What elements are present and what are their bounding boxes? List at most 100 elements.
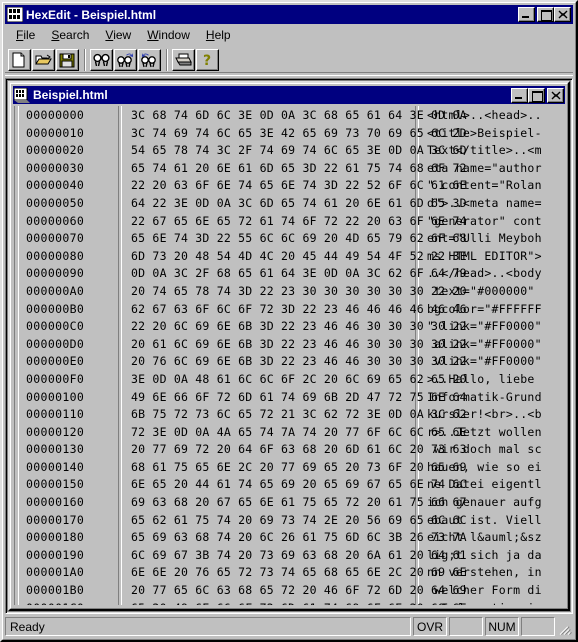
hex-ascii-cell[interactable]: r>..Jetzt wollen bbox=[427, 424, 564, 442]
hex-bytes-cell[interactable]: 20 74 65 78 74 3D 22 23 30 30 30 30 30 3… bbox=[131, 283, 467, 301]
hex-ascii-cell[interactable]: lig;t sich ja da bbox=[427, 547, 564, 565]
hex-ascii-cell[interactable]: text="#000000" bbox=[427, 283, 564, 301]
close-button[interactable] bbox=[554, 7, 571, 22]
hex-bytes-cell[interactable]: 65 20 49 6E 66 6F 72 6D 61 74 69 6F 6E 2… bbox=[131, 600, 467, 605]
hex-bytes-cell[interactable]: 0D 0A 3C 2F 68 65 61 64 3E 0D 0A 3C 62 6… bbox=[131, 265, 467, 283]
hex-bytes-cell[interactable]: 62 67 63 6F 6C 6F 72 3D 22 23 46 46 46 4… bbox=[131, 301, 467, 319]
hex-ascii-cell[interactable]: "generator" cont bbox=[427, 213, 564, 231]
hex-bytes-cell[interactable]: 20 77 65 6C 63 68 65 72 20 46 6F 72 6D 2… bbox=[131, 582, 467, 600]
document-close-button[interactable] bbox=[547, 87, 564, 103]
document-window-icon[interactable] bbox=[13, 87, 30, 103]
save-file-button[interactable] bbox=[56, 49, 79, 71]
hex-bytes-cell[interactable]: 65 74 61 20 6E 61 6D 65 3D 22 61 75 74 6… bbox=[131, 160, 467, 178]
find-previous-button[interactable] bbox=[138, 49, 161, 71]
hex-bytes-cell[interactable]: 72 3E 0D 0A 4A 65 74 7A 74 20 77 6F 6C 6… bbox=[131, 424, 467, 442]
hex-bytes-cell[interactable]: 3C 68 74 6D 6C 3E 0D 0A 3C 68 65 61 64 3… bbox=[131, 107, 467, 125]
hex-bytes-cell[interactable]: 68 61 75 65 6E 2C 20 77 69 65 20 73 6F 2… bbox=[131, 459, 467, 477]
menu-item-window[interactable]: Window bbox=[139, 27, 198, 45]
hex-bytes-cell[interactable]: 6E 65 20 44 61 74 65 69 20 65 69 67 65 6… bbox=[131, 476, 467, 494]
hex-ascii-cell[interactable]: kursler!<br>..<b bbox=[427, 406, 564, 424]
hex-bytes-cell[interactable]: 64 22 3E 0D 0A 3C 6D 65 74 61 20 6E 61 6… bbox=[131, 195, 467, 213]
hex-bytes-cell[interactable]: 20 61 6C 69 6E 6B 3D 22 23 46 46 30 30 3… bbox=[131, 336, 467, 354]
new-file-button[interactable] bbox=[8, 49, 31, 71]
hexedit-app-icon[interactable] bbox=[6, 6, 24, 23]
hex-bytes-column[interactable]: 3C 68 74 6D 6C 3E 0D 0A 3C 68 65 61 64 3… bbox=[123, 106, 467, 605]
hex-bytes-cell[interactable]: 65 6E 74 3D 22 55 6C 6C 69 20 4D 65 79 6… bbox=[131, 230, 467, 248]
hex-bytes-cell[interactable]: 6B 75 72 73 6C 65 72 21 3C 62 72 3E 0D 0… bbox=[131, 406, 467, 424]
hex-ascii-cell[interactable]: d">..<meta name= bbox=[427, 195, 564, 213]
app-title: HexEdit - Beispiel.html bbox=[26, 7, 157, 22]
menu-item-help[interactable]: Help bbox=[198, 27, 239, 45]
hex-ascii-cell[interactable]: <html>..<head>.. bbox=[427, 107, 564, 125]
hex-address-cell: 000001A0 bbox=[26, 565, 85, 580]
document-minimize-button[interactable] bbox=[511, 87, 528, 103]
hex-ascii-cell[interactable]: " link="#FF0000" bbox=[427, 318, 564, 336]
hex-ascii-cell[interactable]: eicht l&auml;&sz bbox=[427, 529, 564, 547]
address-column: 00000000 00000010 00000020 00000030 00000040… bbox=[20, 106, 117, 605]
hex-bytes-cell[interactable]: 22 20 63 6F 6E 74 65 6E 74 3D 22 52 6F 6… bbox=[131, 177, 467, 195]
document-maximize-button[interactable] bbox=[528, 87, 545, 103]
hex-bytes-cell[interactable]: 22 20 6C 69 6E 6B 3D 22 23 46 46 30 30 3… bbox=[131, 318, 467, 336]
hex-bytes-cell[interactable]: 54 65 78 74 3C 2F 74 69 74 6C 65 3E 0D 0… bbox=[131, 142, 467, 160]
hex-ascii-cell[interactable]: Text</title>..<m bbox=[427, 142, 564, 160]
menu-item-view[interactable]: View bbox=[97, 27, 139, 45]
hex-ascii-cell[interactable]: ..</head>..<body bbox=[427, 265, 564, 283]
title-bar[interactable]: HexEdit - Beispiel.html bbox=[5, 5, 573, 24]
hex-ascii-cell[interactable]: " content="Rolan bbox=[427, 177, 564, 195]
find-button[interactable] bbox=[90, 49, 113, 71]
hex-address-cell: 00000030 bbox=[26, 160, 85, 175]
hex-ascii-cell[interactable]: welcher Form di bbox=[427, 582, 564, 600]
hex-bytes-cell[interactable]: 6C 69 67 3B 74 20 73 69 63 68 20 6A 61 2… bbox=[131, 547, 467, 565]
hex-ascii-cell[interactable]: wir doch mal sc bbox=[427, 441, 564, 459]
hex-ascii-cell[interactable]: e Information in bbox=[427, 600, 564, 605]
hex-ascii-cell[interactable]: ebaut ist. Viell bbox=[427, 512, 564, 530]
hex-address-cell: 00000090 bbox=[26, 266, 85, 281]
hex-ascii-cell[interactable]: nn verstehen, in bbox=[427, 564, 564, 582]
hex-ascii-cell[interactable]: alink="#FF0000" bbox=[427, 336, 564, 354]
hex-bytes-cell[interactable]: 3C 74 69 74 6C 65 3E 42 65 69 73 70 69 6… bbox=[131, 125, 467, 143]
hex-ascii-cell[interactable]: Informatik-Grund bbox=[427, 389, 564, 407]
hex-address-cell: 00000190 bbox=[26, 547, 85, 562]
open-file-button[interactable] bbox=[32, 49, 55, 71]
hex-address-cell: 00000140 bbox=[26, 459, 85, 474]
hex-ascii-cell[interactable]: ent="Ulli Meyboh bbox=[427, 230, 564, 248]
maximize-button[interactable] bbox=[537, 7, 554, 22]
hex-ascii-cell[interactable]: >..Hallo, liebe bbox=[427, 371, 564, 389]
hex-bytes-cell[interactable]: 69 63 68 20 67 65 6E 61 75 65 72 20 61 7… bbox=[131, 494, 467, 512]
hex-address-cell: 00000000 bbox=[26, 108, 85, 122]
hex-ascii-cell[interactable]: hauen, wie so ei bbox=[427, 459, 564, 477]
hex-bytes-cell[interactable]: 20 76 6C 69 6E 6B 3D 22 23 46 46 30 30 3… bbox=[131, 353, 467, 371]
document-window-controls bbox=[511, 87, 564, 103]
hex-ascii-cell[interactable]: <title>Beispiel- bbox=[427, 125, 564, 143]
hex-bytes-cell[interactable]: 3E 0D 0A 48 61 6C 6C 6F 2C 20 6C 69 65 6… bbox=[131, 371, 467, 389]
status-spacer-1 bbox=[449, 617, 483, 636]
hex-bytes-cell[interactable]: 6E 6E 20 76 65 72 73 74 65 68 65 6E 2C 2… bbox=[131, 564, 467, 582]
hex-ascii-cell[interactable]: eta name="author bbox=[427, 160, 564, 178]
hex-ascii-cell[interactable]: vlink="#FF0000" bbox=[427, 353, 564, 371]
ascii-column[interactable]: <html>..<head>.. <title>Beispiel- Text</ti… bbox=[420, 106, 564, 605]
minimize-button[interactable] bbox=[518, 7, 535, 22]
document-title-bar[interactable]: Beispiel.html bbox=[13, 86, 565, 104]
document-window: Beispiel.html 00000000 00000010 00000020… bbox=[8, 81, 570, 611]
hex-bytes-cell[interactable]: 49 6E 66 6F 72 6D 61 74 69 6B 2D 47 72 7… bbox=[131, 389, 467, 407]
print-button[interactable] bbox=[172, 49, 195, 71]
find-next-button[interactable] bbox=[114, 49, 137, 71]
hex-ascii-cell[interactable]: ne Datei eigentl bbox=[427, 476, 564, 494]
resize-grip[interactable] bbox=[557, 617, 573, 636]
hex-bytes-cell[interactable]: 65 62 61 75 74 20 69 73 74 2E 20 56 69 6… bbox=[131, 512, 467, 530]
menu-item-file[interactable]: File bbox=[8, 27, 43, 45]
hex-editor-view[interactable]: 00000000 00000010 00000020 00000030 00000040… bbox=[14, 106, 564, 605]
hex-bytes-cell[interactable]: 6D 73 20 48 54 4D 4C 20 45 44 49 54 4F 5… bbox=[131, 248, 467, 266]
hex-ascii-cell[interactable]: ms HTML EDITOR"> bbox=[427, 248, 564, 266]
minimize-icon bbox=[512, 89, 527, 102]
hex-ascii-cell[interactable]: bgcolor="#FFFFFF bbox=[427, 301, 564, 319]
hex-bytes-cell[interactable]: 22 67 65 6E 65 72 61 74 6F 72 22 20 63 6… bbox=[131, 213, 467, 231]
hex-address-cell: 000000B0 bbox=[26, 301, 85, 316]
hexview-left-gutter bbox=[14, 106, 19, 605]
document-title: Beispiel.html bbox=[33, 88, 108, 102]
help-button[interactable]: ? bbox=[196, 49, 219, 71]
hex-bytes-cell[interactable]: 20 77 69 72 20 64 6F 63 68 20 6D 61 6C 2… bbox=[131, 441, 467, 459]
hex-bytes-cell[interactable]: 65 69 63 68 74 20 6C 26 61 75 6D 6C 3B 2… bbox=[131, 529, 467, 547]
hex-ascii-cell[interactable]: ich genauer aufg bbox=[427, 494, 564, 512]
menu-item-search[interactable]: Search bbox=[43, 27, 97, 45]
